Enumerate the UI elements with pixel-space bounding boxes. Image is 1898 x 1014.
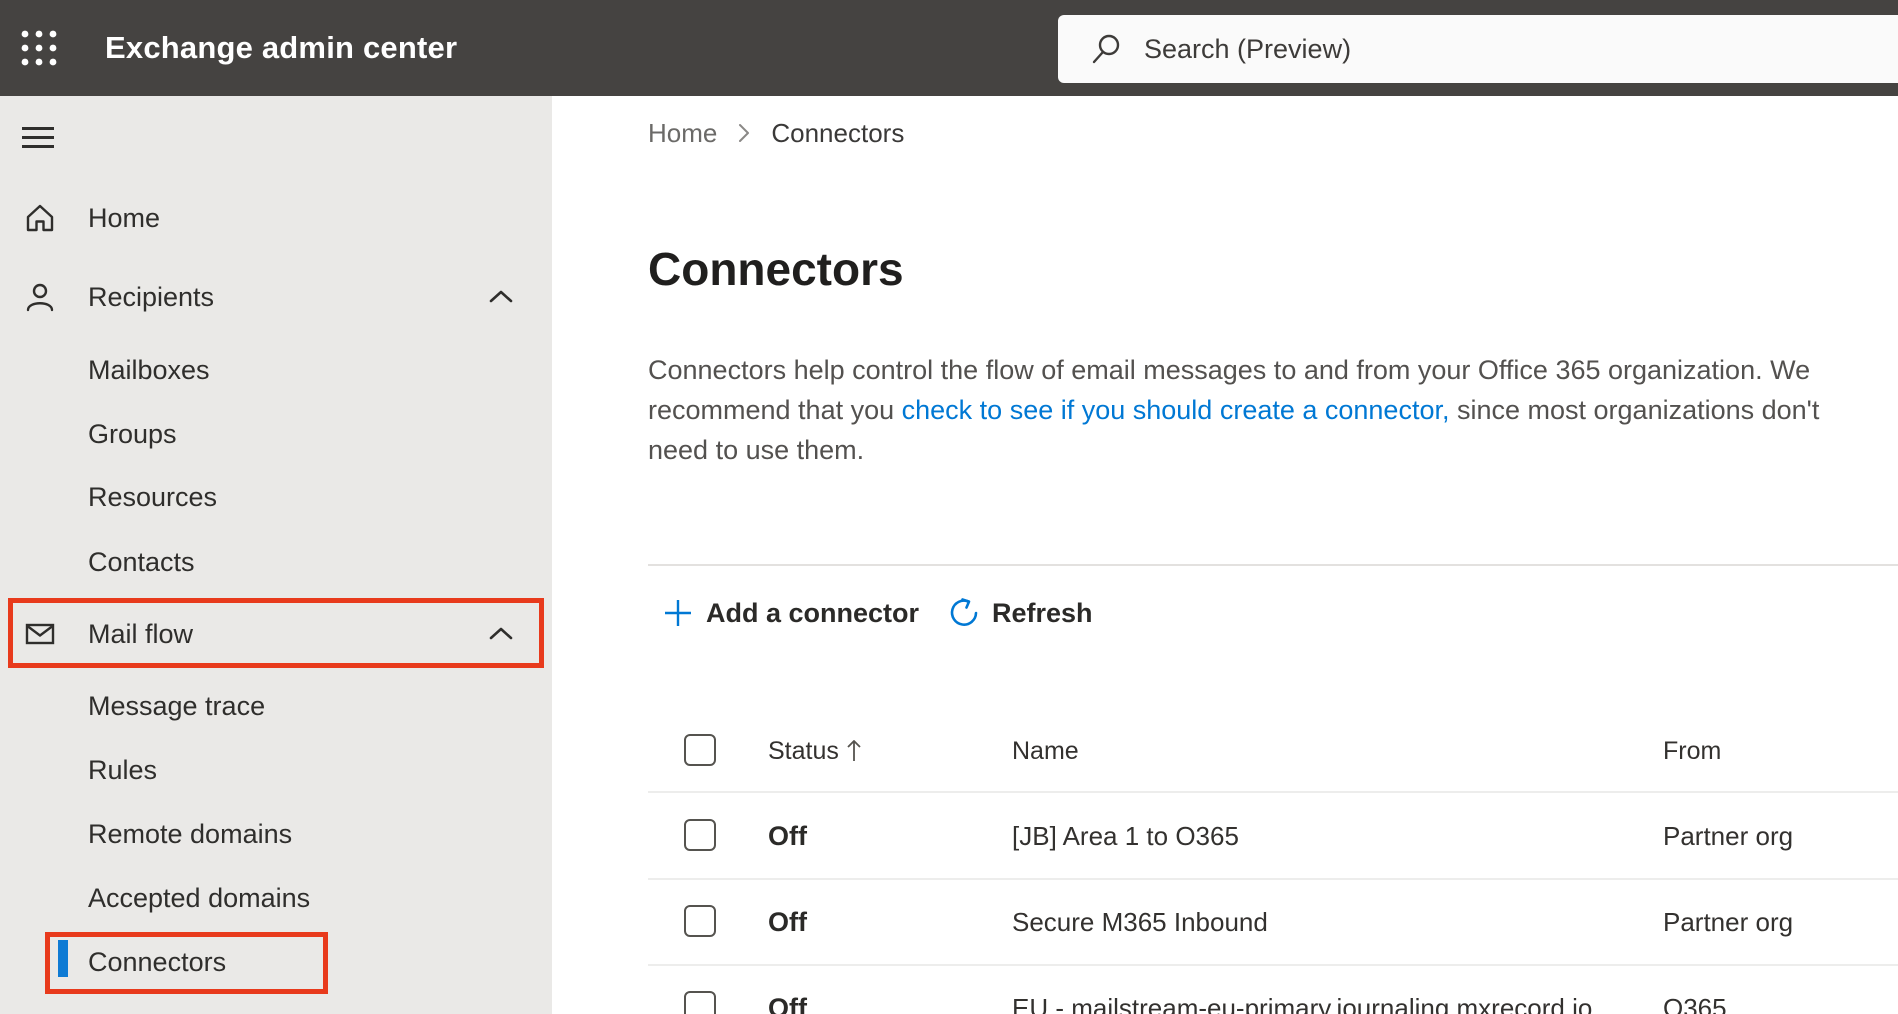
cell-status: Off [768,993,807,1014]
column-header-name[interactable]: Name [1012,733,1079,769]
chevron-up-icon[interactable] [488,285,514,309]
breadcrumb: Home Connectors [648,116,904,150]
cell-status: Off [768,907,807,937]
mail-icon [25,623,55,645]
sidebar-item-remote-domains[interactable]: Remote domains [0,808,552,860]
add-connector-label: Add a connector [706,597,920,628]
sidebar-item-label: Recipients [88,282,215,312]
plus-icon [665,600,691,626]
sidebar-item-recipients[interactable]: Recipients [0,271,552,323]
row-divider [648,964,1898,966]
sidebar-item-label: Accepted domains [88,883,311,913]
sidebar-item-label: Groups [88,419,177,449]
sidebar-item-mail-flow[interactable]: Mail flow [0,608,552,660]
cell-from: Partner org [1663,907,1794,937]
waffle-grid-icon [21,30,57,66]
row-divider [648,791,1898,793]
sidebar-item-message-trace[interactable]: Message trace [0,680,552,732]
cell-name[interactable]: [JB] Area 1 to O365 [1012,818,1239,854]
cell-name[interactable]: Secure M365 Inbound [1012,904,1268,940]
sidebar-nav: Home Recipients Mailboxes Groups Resourc… [0,96,552,1014]
hamburger-menu-icon[interactable] [22,127,54,149]
table-row[interactable]: Off [JB] Area 1 to O365 Partner org [648,818,1898,854]
page-title: Connectors [648,243,904,295]
sidebar-item-connectors[interactable]: Connectors [0,936,552,988]
page-description: Connectors help control the flow of emai… [648,350,1870,470]
app-launcher-icon[interactable] [20,29,58,67]
column-header-status[interactable]: Status [768,733,839,769]
table-header-row: Status Name From [648,733,1898,769]
sidebar-item-label: Home [88,203,161,233]
table-row[interactable]: Off EU - mailstream-eu-primary.journalin… [648,990,1898,1014]
cell-from: O365 [1663,993,1727,1014]
sidebar-item-label: Resources [88,482,218,512]
sidebar-item-label: Remote domains [88,819,293,849]
cell-status: Off [768,821,807,851]
cell-from: Partner org [1663,821,1794,851]
column-header-from[interactable]: From [1663,733,1721,769]
app-title: Exchange admin center [105,30,458,65]
exchange-admin-center-window: Exchange admin center Search (Preview) H… [0,0,1898,1014]
sidebar-item-resources[interactable]: Resources [0,471,552,523]
sidebar-item-contacts[interactable]: Contacts [0,536,552,588]
search-icon [1092,34,1120,64]
breadcrumb-home-link[interactable]: Home [648,118,717,149]
refresh-icon [950,598,978,626]
sidebar-item-label: Message trace [88,691,266,721]
chevron-right-icon [739,124,750,142]
breadcrumb-current: Connectors [771,117,905,148]
refresh-button[interactable]: Refresh [948,595,1093,631]
sort-ascending-arrow-icon[interactable] [844,738,864,764]
sidebar-item-accepted-domains[interactable]: Accepted domains [0,872,552,924]
search-input[interactable]: Search (Preview) [1058,15,1898,83]
sidebar-item-label: Mail flow [88,619,194,649]
row-divider [648,878,1898,880]
sidebar-item-groups[interactable]: Groups [0,408,552,460]
home-icon [26,204,54,232]
person-icon [26,283,54,312]
sidebar-item-label: Connectors [88,947,227,977]
search-placeholder: Search (Preview) [1144,34,1352,64]
cell-name[interactable]: EU - mailstream-eu-primary.journaling.mx… [1012,990,1592,1014]
toolbar-top-divider [648,564,1898,566]
refresh-label: Refresh [992,597,1093,628]
sidebar-item-mailboxes[interactable]: Mailboxes [0,344,552,396]
table-row[interactable]: Off Secure M365 Inbound Partner org [648,904,1898,940]
chevron-up-icon[interactable] [488,622,514,646]
sidebar-item-label: Mailboxes [88,355,210,385]
topbar: Exchange admin center Search (Preview) [0,0,1898,96]
add-connector-button[interactable]: Add a connector [662,595,919,631]
selected-item-indicator [58,940,68,977]
sidebar-item-label: Contacts [88,547,195,577]
sidebar-item-label: Rules [88,755,158,785]
sidebar-item-home[interactable]: Home [0,192,552,244]
sidebar-item-rules[interactable]: Rules [0,744,552,796]
create-connector-check-link[interactable]: check to see if you should create a conn… [902,395,1450,425]
